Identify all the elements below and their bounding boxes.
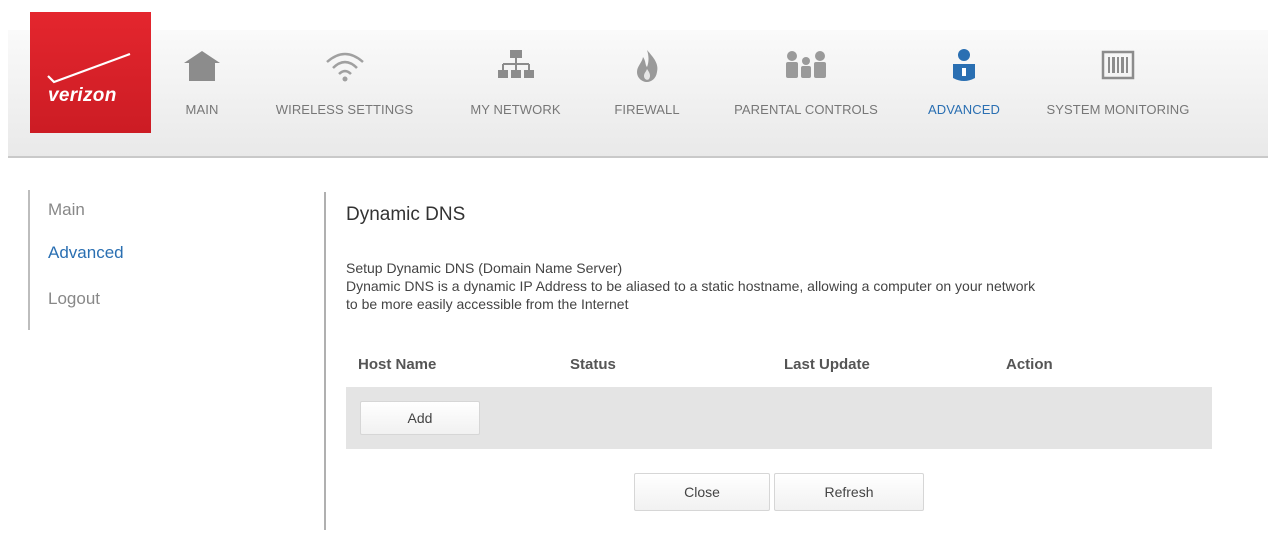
nav-my-network-label: MY NETWORK xyxy=(470,102,561,117)
nav-firewall-label: FIREWALL xyxy=(614,102,680,117)
nav-firewall[interactable]: FIREWALL xyxy=(602,48,692,138)
column-header-last-update: Last Update xyxy=(784,356,870,373)
user-shield-icon xyxy=(914,48,1014,88)
sidebar-item-advanced[interactable]: Advanced xyxy=(48,243,124,263)
refresh-button[interactable]: Refresh xyxy=(774,473,924,511)
nav-system-monitoring-label: SYSTEM MONITORING xyxy=(1046,102,1190,117)
column-header-host-name: Host Name xyxy=(358,356,437,373)
wifi-icon xyxy=(262,48,427,88)
nav-main[interactable]: MAIN xyxy=(172,48,232,138)
sidebar-item-logout[interactable]: Logout xyxy=(48,289,100,309)
check-swoosh-icon xyxy=(47,52,131,84)
table-row: Add xyxy=(346,387,1212,449)
close-button[interactable]: Close xyxy=(634,473,770,511)
network-icon xyxy=(458,48,573,88)
sidebar-item-main[interactable]: Main xyxy=(48,200,85,220)
main-content: Dynamic DNS Setup Dynamic DNS (Domain Na… xyxy=(324,192,1214,530)
sidebar: Main Advanced Logout xyxy=(28,190,178,330)
column-header-action: Action xyxy=(1006,356,1053,373)
column-header-status: Status xyxy=(570,356,616,373)
flame-icon xyxy=(602,48,692,88)
nav-my-network[interactable]: MY NETWORK xyxy=(458,48,573,138)
nav-wireless-settings[interactable]: WIRELESS SETTINGS xyxy=(262,48,427,138)
nav-advanced[interactable]: ADVANCED xyxy=(914,48,1014,138)
nav-parental-controls[interactable]: PARENTAL CONTROLS xyxy=(716,48,896,138)
nav-parental-controls-label: PARENTAL CONTROLS xyxy=(734,102,878,117)
home-icon xyxy=(172,48,232,88)
nav-system-monitoring[interactable]: SYSTEM MONITORING xyxy=(1032,48,1204,138)
add-button[interactable]: Add xyxy=(360,401,480,435)
nav-wireless-settings-label: WIRELESS SETTINGS xyxy=(275,102,414,117)
barcode-icon xyxy=(1032,48,1204,88)
family-icon xyxy=(716,48,896,88)
nav-main-label: MAIN xyxy=(185,102,219,117)
page-description: Setup Dynamic DNS (Domain Name Server) D… xyxy=(346,259,1216,313)
nav-advanced-label: ADVANCED xyxy=(927,102,1001,117)
verizon-logo[interactable]: verizon xyxy=(30,12,151,133)
description-line-2: Dynamic DNS is a dynamic IP Address to b… xyxy=(346,278,1036,294)
description-line-3: to be more easily accessible from the In… xyxy=(346,296,629,312)
page-title: Dynamic DNS xyxy=(346,204,466,225)
logo-text: verizon xyxy=(48,85,117,106)
description-line-1: Setup Dynamic DNS (Domain Name Server) xyxy=(346,260,623,276)
